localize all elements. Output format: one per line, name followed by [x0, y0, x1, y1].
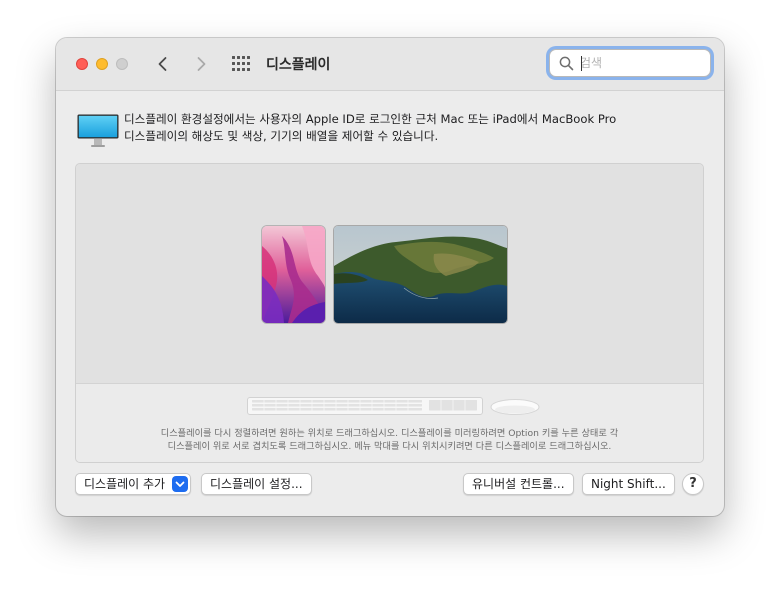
search-icon [559, 56, 574, 71]
close-button[interactable] [76, 58, 88, 70]
display-arrangement-canvas [76, 164, 703, 384]
add-display-popup-button[interactable]: 디스플레이 추가 [75, 473, 191, 495]
forward-button[interactable] [190, 53, 212, 75]
description-line-1: 디스플레이 환경설정에서는 사용자의 Apple ID로 로그인한 근처 Mac… [124, 112, 617, 126]
description-line-2: 디스플레이의 해상도 및 색상, 기기의 배열을 제어할 수 있습니다. [124, 129, 439, 143]
show-all-grid-icon[interactable] [232, 56, 250, 72]
search-input[interactable] [580, 54, 700, 72]
display-arrangement-area: 디스플레이를 다시 정렬하려면 원하는 위치로 드래그하십시오. 디스플레이를 … [75, 163, 704, 463]
help-button[interactable]: ? [682, 473, 704, 495]
hint-line-1: 디스플레이를 다시 정렬하려면 원하는 위치로 드래그하십시오. 디스플레이를 … [160, 428, 619, 439]
chevron-right-icon [197, 57, 206, 71]
add-display-label: 디스플레이 추가 [84, 477, 166, 491]
ipad-display-thumbnail[interactable] [262, 226, 325, 323]
chevron-down-icon [172, 476, 188, 492]
chevron-left-icon [158, 57, 167, 71]
window-title: 디스플레이 [266, 57, 331, 73]
back-button[interactable] [152, 53, 174, 75]
search-field[interactable] [549, 49, 711, 77]
hint-line-2: 디스플레이 위로 서로 겹치도록 드래그하십시오. 메뉴 막대를 다시 위치시키… [167, 441, 612, 452]
universal-control-button[interactable]: 유니버설 컨트롤... [463, 473, 574, 495]
keyboard-icon [247, 397, 483, 419]
display-preferences-window: 디스플레이 디스플레이 환경설정에서는 사용자의 Apple ID [56, 38, 724, 516]
text-caret [581, 56, 582, 71]
display-settings-button[interactable]: 디스플레이 설정... [201, 473, 312, 495]
display-monitor-icon [77, 114, 119, 148]
title-bar: 디스플레이 [56, 38, 724, 91]
night-shift-button[interactable]: Night Shift... [582, 473, 675, 495]
minimize-button[interactable] [96, 58, 108, 70]
description-text: 디스플레이 환경설정에서는 사용자의 Apple ID로 로그인한 근처 Mac… [124, 111, 684, 145]
mouse-icon [489, 397, 541, 421]
arrangement-hint: 디스플레이를 다시 정렬하려면 원하는 위치로 드래그하십시오. 디스플레이를 … [76, 427, 703, 453]
macbook-pro-display-thumbnail[interactable] [334, 226, 507, 323]
zoom-button[interactable] [116, 58, 128, 70]
